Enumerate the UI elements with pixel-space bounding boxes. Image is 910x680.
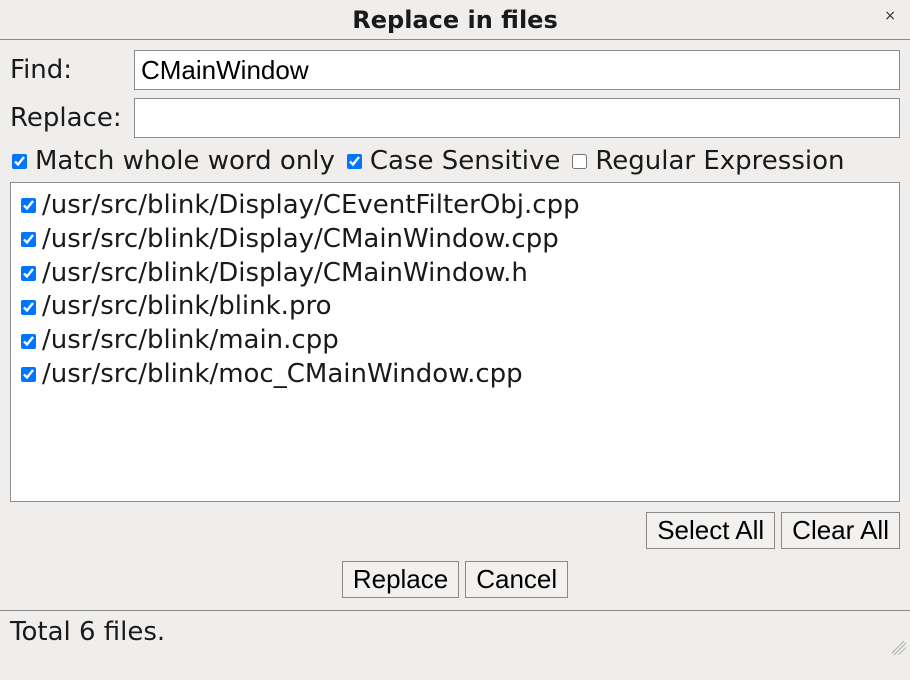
- file-list[interactable]: /usr/src/blink/Display/CEventFilterObj.c…: [10, 182, 900, 502]
- file-path: /usr/src/blink/main.cpp: [42, 324, 339, 358]
- titlebar: Replace in files ×: [0, 0, 910, 40]
- file-item[interactable]: /usr/src/blink/blink.pro: [15, 290, 895, 324]
- file-path: /usr/src/blink/Display/CMainWindow.cpp: [42, 223, 559, 257]
- case-sensitive-checkbox[interactable]: [347, 154, 362, 169]
- whole-word-checkbox[interactable]: [12, 154, 27, 169]
- file-checkbox[interactable]: [21, 232, 36, 247]
- replace-button[interactable]: Replace: [342, 561, 459, 598]
- file-checkbox[interactable]: [21, 300, 36, 315]
- resize-grip-icon[interactable]: [892, 641, 906, 655]
- file-path: /usr/src/blink/blink.pro: [42, 290, 331, 324]
- clear-all-button[interactable]: Clear All: [781, 512, 900, 549]
- file-checkbox[interactable]: [21, 334, 36, 349]
- file-checkbox[interactable]: [21, 367, 36, 382]
- file-checkbox[interactable]: [21, 198, 36, 213]
- whole-word-label[interactable]: Match whole word only: [35, 146, 335, 176]
- replace-label: Replace:: [10, 103, 134, 133]
- select-button-row: Select All Clear All: [10, 512, 900, 549]
- find-label: Find:: [10, 55, 134, 85]
- close-icon[interactable]: ×: [880, 6, 900, 26]
- regex-checkbox[interactable]: [572, 154, 587, 169]
- find-input[interactable]: [134, 50, 900, 90]
- file-path: /usr/src/blink/Display/CMainWindow.h: [42, 257, 528, 291]
- replace-row: Replace:: [10, 98, 900, 138]
- file-item[interactable]: /usr/src/blink/main.cpp: [15, 324, 895, 358]
- select-all-button[interactable]: Select All: [646, 512, 775, 549]
- options-row: Match whole word only Case Sensitive Reg…: [10, 146, 900, 176]
- regex-label[interactable]: Regular Expression: [595, 146, 844, 176]
- replace-input[interactable]: [134, 98, 900, 138]
- file-item[interactable]: /usr/src/blink/Display/CEventFilterObj.c…: [15, 189, 895, 223]
- file-path: /usr/src/blink/moc_CMainWindow.cpp: [42, 358, 523, 392]
- file-item[interactable]: /usr/src/blink/Display/CMainWindow.h: [15, 257, 895, 291]
- action-button-row: Replace Cancel: [10, 561, 900, 598]
- case-sensitive-label[interactable]: Case Sensitive: [370, 146, 560, 176]
- cancel-button[interactable]: Cancel: [465, 561, 568, 598]
- status-text: Total 6 files.: [10, 617, 165, 647]
- file-checkbox[interactable]: [21, 266, 36, 281]
- file-path: /usr/src/blink/Display/CEventFilterObj.c…: [42, 189, 580, 223]
- window-title: Replace in files: [352, 6, 557, 34]
- file-item[interactable]: /usr/src/blink/moc_CMainWindow.cpp: [15, 358, 895, 392]
- file-item[interactable]: /usr/src/blink/Display/CMainWindow.cpp: [15, 223, 895, 257]
- status-bar: Total 6 files.: [0, 610, 910, 657]
- dialog-content: Find: Replace: Match whole word only Cas…: [0, 40, 910, 598]
- find-row: Find:: [10, 50, 900, 90]
